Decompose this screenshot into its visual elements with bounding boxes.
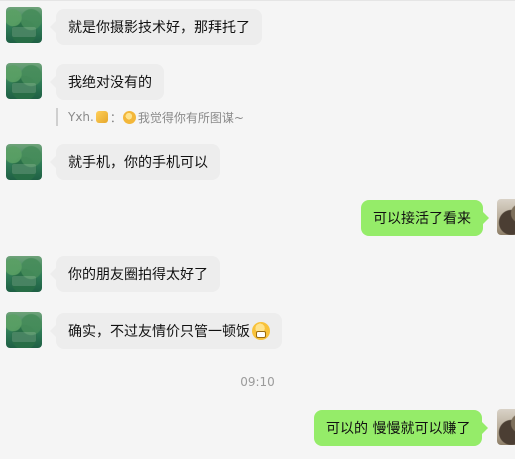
contact-avatar[interactable]	[6, 7, 42, 43]
message-bubble[interactable]: 就是你摄影技术好，那拜托了	[50, 9, 262, 45]
message-bubble-sent[interactable]: 可以接活了看来	[361, 200, 489, 236]
my-avatar[interactable]	[497, 199, 515, 235]
chat-area: 就是你摄影技术好，那拜托了 我绝对没有的 Yxh. ： 我觉得你有所图谋~ 就手…	[0, 0, 515, 459]
message-bubble[interactable]: 就手机，你的手机可以	[50, 144, 220, 180]
contact-avatar[interactable]	[6, 144, 42, 180]
quote-separator: ：	[109, 110, 122, 125]
quote-author: Yxh.	[68, 110, 94, 124]
message-text: 你的朋友圈拍得太好了	[68, 267, 208, 283]
message-text: 就手机，你的手机可以	[68, 155, 208, 171]
cat-face-icon	[122, 110, 136, 124]
message-bubble[interactable]: 我绝对没有的	[50, 64, 164, 100]
message-bubble[interactable]: 你的朋友圈拍得太好了	[50, 256, 220, 292]
timestamp: 09:10	[240, 375, 275, 389]
message-text: 可以接活了看来	[373, 211, 471, 227]
message-text: 可以的 慢慢就可以赚了	[326, 421, 471, 437]
top-divider	[0, 0, 515, 1]
pacifier-icon	[95, 111, 108, 123]
message-text: 我绝对没有的	[68, 75, 152, 91]
contact-avatar[interactable]	[6, 256, 42, 292]
contact-avatar[interactable]	[6, 312, 42, 348]
quoted-message[interactable]: Yxh. ： 我觉得你有所图谋~	[56, 108, 244, 126]
my-avatar[interactable]	[497, 409, 515, 445]
quote-text: 我觉得你有所图谋~	[137, 110, 244, 125]
message-bubble[interactable]: 确实，不过友情价只管一顿饭	[50, 313, 282, 349]
message-text: 就是你摄影技术好，那拜托了	[68, 20, 250, 36]
contact-avatar[interactable]	[6, 63, 42, 99]
grinning-face-icon	[252, 322, 270, 340]
message-text: 确实，不过友情价只管一顿饭	[68, 324, 250, 340]
message-bubble-sent[interactable]: 可以的 慢慢就可以赚了	[314, 410, 488, 446]
